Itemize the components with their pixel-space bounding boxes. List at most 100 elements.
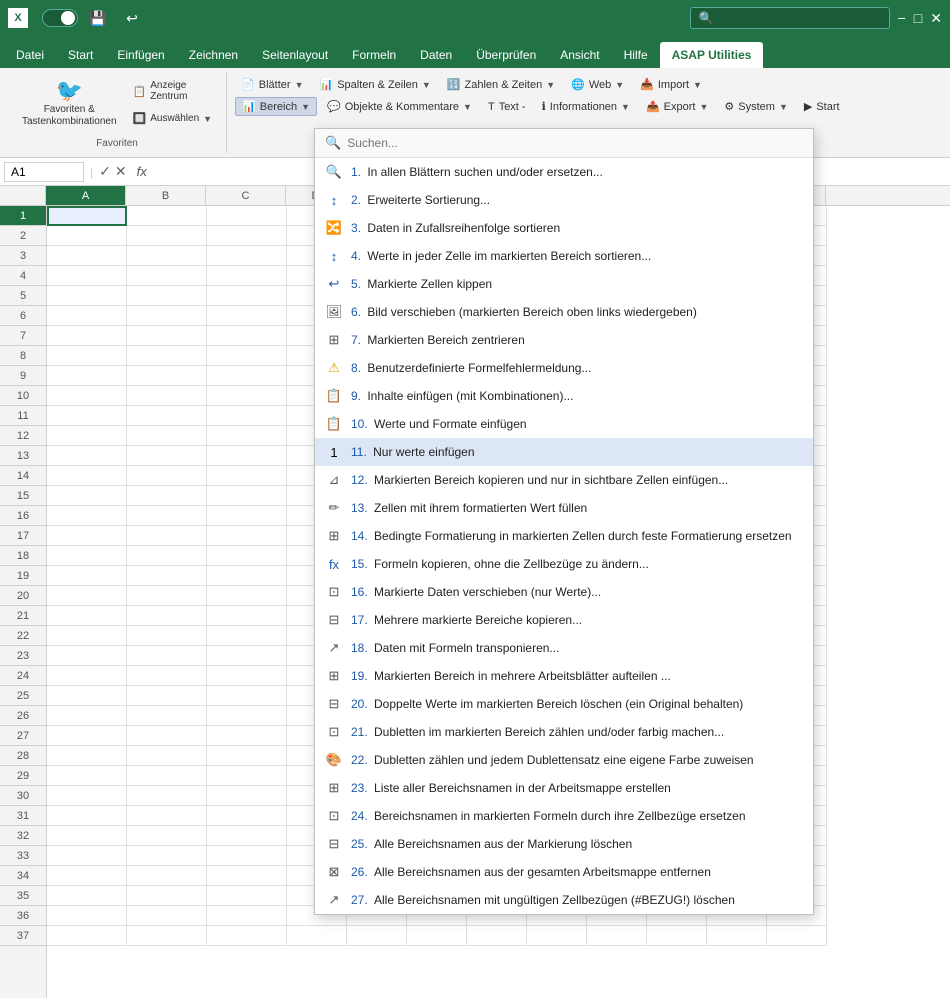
row-header-1[interactable]: 1 — [0, 206, 46, 226]
cell-C29[interactable] — [207, 766, 287, 786]
row-header-28[interactable]: 28 — [0, 746, 46, 766]
cell-C32[interactable] — [207, 826, 287, 846]
cell-B12[interactable] — [127, 426, 207, 446]
cell-C6[interactable] — [207, 306, 287, 326]
row-header-14[interactable]: 14 — [0, 466, 46, 486]
row-header-25[interactable]: 25 — [0, 686, 46, 706]
dropdown-item-7[interactable]: ⊞7. Markierten Bereich zentrieren — [315, 326, 813, 354]
cell-B4[interactable] — [127, 266, 207, 286]
btn-auswaehlen[interactable]: 🔲 Auswählen ▼ — [127, 108, 219, 129]
row-header-23[interactable]: 23 — [0, 646, 46, 666]
tab-datei[interactable]: Datei — [4, 42, 56, 68]
cell-C4[interactable] — [207, 266, 287, 286]
dropdown-item-25[interactable]: ⊟25. Alle Bereichsnamen aus der Markieru… — [315, 830, 813, 858]
row-header-10[interactable]: 10 — [0, 386, 46, 406]
col-header-A[interactable]: A — [46, 186, 126, 205]
cell-B13[interactable] — [127, 446, 207, 466]
cell-F37[interactable] — [407, 926, 467, 946]
cell-A30[interactable] — [47, 786, 127, 806]
cell-B26[interactable] — [127, 706, 207, 726]
btn-objekte[interactable]: 💬 Objekte & Kommentare ▼ — [321, 97, 478, 116]
cell-A13[interactable] — [47, 446, 127, 466]
dropdown-item-24[interactable]: ⊡24. Bereichsnamen in markierten Formeln… — [315, 802, 813, 830]
cell-B28[interactable] — [127, 746, 207, 766]
cell-C22[interactable] — [207, 626, 287, 646]
col-header-C[interactable]: C — [206, 186, 286, 205]
cell-A37[interactable] — [47, 926, 127, 946]
cell-B9[interactable] — [127, 366, 207, 386]
cell-B6[interactable] — [127, 306, 207, 326]
dropdown-item-26[interactable]: ⊠26. Alle Bereichsnamen aus der gesamten… — [315, 858, 813, 886]
dropdown-item-14[interactable]: ⊞14. Bedingte Formatierung in markierten… — [315, 522, 813, 550]
row-header-3[interactable]: 3 — [0, 246, 46, 266]
cell-A14[interactable] — [47, 466, 127, 486]
row-header-17[interactable]: 17 — [0, 526, 46, 546]
cell-C5[interactable] — [207, 286, 287, 306]
cell-A21[interactable] — [47, 606, 127, 626]
cell-B10[interactable] — [127, 386, 207, 406]
cell-A29[interactable] — [47, 766, 127, 786]
cell-A36[interactable] — [47, 906, 127, 926]
formulabar-check[interactable]: ✓ — [99, 163, 111, 180]
btn-blaetter[interactable]: 📄 Blätter ▼ — [235, 76, 309, 93]
cell-C1[interactable] — [207, 206, 287, 226]
cell-C12[interactable] — [207, 426, 287, 446]
save-icon[interactable]: 💾 — [88, 8, 108, 28]
dropdown-item-19[interactable]: ⊞19. Markierten Bereich in mehrere Arbei… — [315, 662, 813, 690]
btn-web[interactable]: 🌐 Web ▼ — [565, 76, 630, 93]
cell-A6[interactable] — [47, 306, 127, 326]
cell-C23[interactable] — [207, 646, 287, 666]
row-header-18[interactable]: 18 — [0, 546, 46, 566]
cell-C25[interactable] — [207, 686, 287, 706]
row-header-26[interactable]: 26 — [0, 706, 46, 726]
dropdown-search-input[interactable] — [347, 136, 803, 150]
cell-C36[interactable] — [207, 906, 287, 926]
row-header-27[interactable]: 27 — [0, 726, 46, 746]
dropdown-item-18[interactable]: ↗18. Daten mit Formeln transponieren... — [315, 634, 813, 662]
cell-A33[interactable] — [47, 846, 127, 866]
cell-C18[interactable] — [207, 546, 287, 566]
cell-C17[interactable] — [207, 526, 287, 546]
cell-A11[interactable] — [47, 406, 127, 426]
dropdown-item-11[interactable]: 111. Nur werte einfügen — [315, 438, 813, 466]
cell-B34[interactable] — [127, 866, 207, 886]
cell-C16[interactable] — [207, 506, 287, 526]
row-header-11[interactable]: 11 — [0, 406, 46, 426]
dropdown-item-9[interactable]: 📋9. Inhalte einfügen (mit Kombinationen)… — [315, 382, 813, 410]
row-header-22[interactable]: 22 — [0, 626, 46, 646]
row-header-8[interactable]: 8 — [0, 346, 46, 366]
cell-B27[interactable] — [127, 726, 207, 746]
cell-A2[interactable] — [47, 226, 127, 246]
cell-C3[interactable] — [207, 246, 287, 266]
cell-B32[interactable] — [127, 826, 207, 846]
dropdown-item-5[interactable]: ↩5. Markierte Zellen kippen — [315, 270, 813, 298]
dropdown-item-2[interactable]: ↕2. Erweiterte Sortierung... — [315, 186, 813, 214]
cell-C37[interactable] — [207, 926, 287, 946]
cell-A17[interactable] — [47, 526, 127, 546]
cell-B1[interactable] — [127, 206, 207, 226]
tab-daten[interactable]: Daten — [408, 42, 464, 68]
cell-B5[interactable] — [127, 286, 207, 306]
tab-start[interactable]: Start — [56, 42, 105, 68]
cell-C7[interactable] — [207, 326, 287, 346]
cell-B20[interactable] — [127, 586, 207, 606]
row-header-21[interactable]: 21 — [0, 606, 46, 626]
cell-C30[interactable] — [207, 786, 287, 806]
cell-L37[interactable] — [767, 926, 827, 946]
row-header-7[interactable]: 7 — [0, 326, 46, 346]
cell-C33[interactable] — [207, 846, 287, 866]
minimize-button[interactable]: − — [898, 10, 906, 27]
dropdown-item-4[interactable]: ↕4. Werte in jeder Zelle im markierten B… — [315, 242, 813, 270]
formulabar-cancel[interactable]: ✕ — [115, 163, 127, 180]
search-bar[interactable]: 🔍 — [690, 7, 890, 29]
cell-B19[interactable] — [127, 566, 207, 586]
cell-D37[interactable] — [287, 926, 347, 946]
dropdown-item-20[interactable]: ⊟20. Doppelte Werte im markierten Bereic… — [315, 690, 813, 718]
tab-formeln[interactable]: Formeln — [340, 42, 408, 68]
cell-C11[interactable] — [207, 406, 287, 426]
cell-B18[interactable] — [127, 546, 207, 566]
btn-export[interactable]: 📤 Export ▼ — [640, 97, 714, 116]
cell-B7[interactable] — [127, 326, 207, 346]
maximize-button[interactable]: □ — [914, 10, 922, 27]
cell-C31[interactable] — [207, 806, 287, 826]
